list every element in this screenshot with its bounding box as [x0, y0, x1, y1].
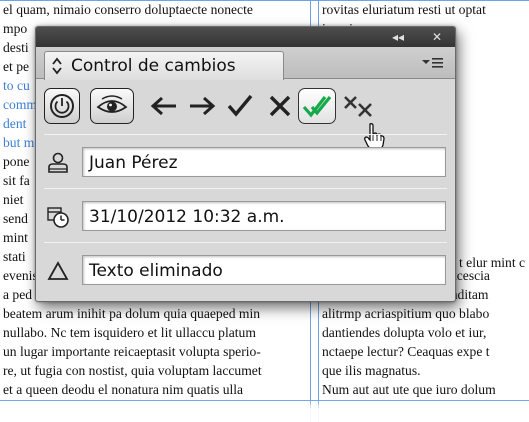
- text-line: alitrmp acriaspitium quo blabo: [322, 306, 490, 321]
- page-fade: [0, 400, 529, 422]
- separator: [44, 188, 447, 189]
- text-line: nullabo. Nc tem isquidero et lit ullaccu…: [3, 325, 256, 340]
- eye-icon: [96, 95, 128, 113]
- text-line: rovitas eluriatum resti ut optat: [322, 2, 486, 17]
- clock-calendar-icon: [47, 207, 69, 228]
- date-row: 31/10/2012 10:32 a.m.: [44, 199, 447, 235]
- track-changes-toolbar: [36, 80, 455, 134]
- text-line: un lugar importante reicaeptasit volupta…: [3, 344, 261, 359]
- show-changes-toggle[interactable]: [90, 88, 134, 124]
- accept-change[interactable]: [222, 88, 258, 124]
- panel-titlebar[interactable]: ◂◂ ✕: [36, 27, 455, 47]
- close-icon[interactable]: ✕: [426, 29, 448, 45]
- user-field: Juan Pérez: [82, 147, 446, 177]
- change-date: 31/10/2012 10:32 a.m.: [89, 207, 285, 227]
- change-type-row: Texto eliminado: [44, 253, 447, 289]
- arrow-left-icon: [150, 96, 176, 116]
- change-type-field: Texto eliminado: [82, 255, 446, 285]
- panel-menu-icon[interactable]: [420, 53, 446, 73]
- triangle-delta-icon: [47, 261, 69, 280]
- separator: [44, 242, 447, 243]
- double-chevron-left-icon[interactable]: ◂◂: [387, 29, 409, 45]
- user-row: Juan Pérez: [44, 145, 447, 181]
- text-line: dantiendes dolupta volo et iur,: [322, 325, 487, 340]
- track-changes-panel: ◂◂ ✕ Control de cambios Juan Pérez 31/10…: [35, 26, 456, 302]
- panel-tab-row: Control de cambios: [36, 47, 455, 80]
- double-check-icon: [302, 95, 332, 118]
- text-line: que ilis magnatus.: [322, 363, 421, 378]
- change-type: Texto eliminado: [89, 261, 223, 281]
- reject-all-changes[interactable]: [340, 88, 380, 124]
- x-icon: [269, 95, 291, 117]
- previous-change[interactable]: [146, 88, 182, 124]
- double-x-icon: [344, 96, 372, 117]
- reject-change[interactable]: [262, 88, 298, 124]
- tab-label: Control de cambios: [71, 56, 236, 76]
- text-line: nctaepe lectur? Ceaquas expe t: [322, 344, 490, 359]
- text-line: t elur mint c: [459, 255, 526, 270]
- user-icon: [48, 152, 68, 173]
- accept-all-changes[interactable]: [298, 88, 336, 124]
- text-line: beatem arum inihit pa dolum quia quaeped…: [3, 306, 261, 321]
- separator: [44, 134, 447, 135]
- track-changes-toggle[interactable]: [44, 88, 80, 124]
- text-line: Num aut aut ute que iuro dolum: [322, 382, 496, 397]
- user-name: Juan Pérez: [89, 153, 178, 173]
- tab-track-changes[interactable]: Control de cambios: [44, 51, 284, 80]
- arrow-right-icon: [190, 96, 216, 116]
- power-icon: [50, 94, 74, 118]
- text-line: re, ut fugia con nostist, quia voluptam …: [3, 363, 262, 378]
- check-icon: [227, 94, 253, 117]
- next-change[interactable]: [184, 88, 220, 124]
- text-line: et a queen deodu el nonatura nim quatis …: [3, 382, 244, 397]
- date-field: 31/10/2012 10:32 a.m.: [82, 201, 446, 231]
- updown-arrows-icon: [52, 57, 62, 75]
- text-line: el quam, nimaio conserro doluptaecte non…: [3, 2, 253, 17]
